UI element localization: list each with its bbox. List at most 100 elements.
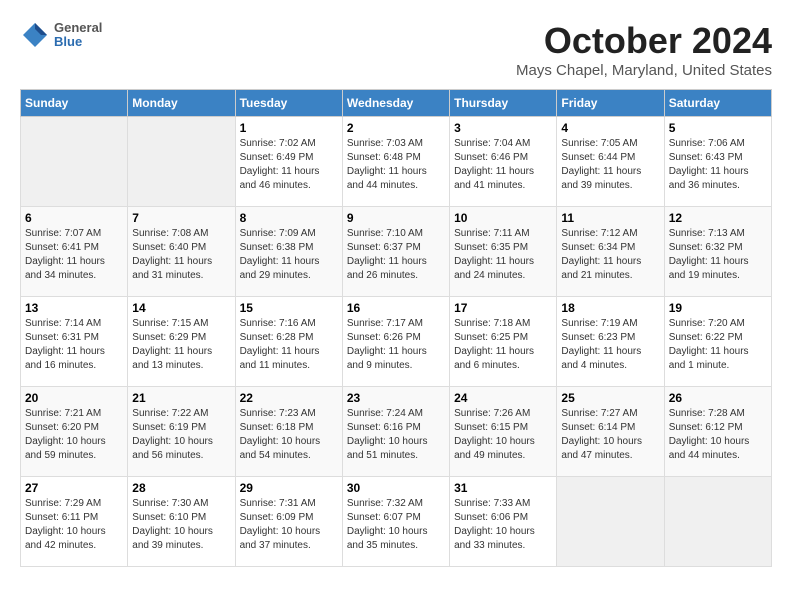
- day-detail: Sunrise: 7:13 AM Sunset: 6:32 PM Dayligh…: [669, 227, 767, 283]
- day-number: 10: [454, 211, 552, 225]
- day-number: 13: [25, 301, 123, 315]
- day-detail: Sunrise: 7:30 AM Sunset: 6:10 PM Dayligh…: [132, 497, 230, 553]
- day-number: 20: [25, 391, 123, 405]
- calendar-cell: 17 Sunrise: 7:18 AM Sunset: 6:25 PM Dayli…: [450, 297, 557, 387]
- calendar-cell: 18 Sunrise: 7:19 AM Sunset: 6:23 PM Dayli…: [557, 297, 664, 387]
- day-detail: Sunrise: 7:20 AM Sunset: 6:22 PM Dayligh…: [669, 317, 767, 373]
- calendar-week-5: 27 Sunrise: 7:29 AM Sunset: 6:11 PM Dayli…: [21, 477, 772, 567]
- day-number: 3: [454, 121, 552, 135]
- day-detail: Sunrise: 7:18 AM Sunset: 6:25 PM Dayligh…: [454, 317, 552, 373]
- day-detail: Sunrise: 7:27 AM Sunset: 6:14 PM Dayligh…: [561, 407, 659, 463]
- calendar-cell: 30 Sunrise: 7:32 AM Sunset: 6:07 PM Dayli…: [342, 477, 449, 567]
- day-detail: Sunrise: 7:21 AM Sunset: 6:20 PM Dayligh…: [25, 407, 123, 463]
- logo-icon: [20, 20, 50, 50]
- calendar-cell: 8 Sunrise: 7:09 AM Sunset: 6:38 PM Daylig…: [235, 207, 342, 297]
- day-detail: Sunrise: 7:33 AM Sunset: 6:06 PM Dayligh…: [454, 497, 552, 553]
- day-detail: Sunrise: 7:22 AM Sunset: 6:19 PM Dayligh…: [132, 407, 230, 463]
- day-detail: Sunrise: 7:32 AM Sunset: 6:07 PM Dayligh…: [347, 497, 445, 553]
- calendar-week-2: 6Sunrise: 7:07 AM Sunset: 6:41 PM Daylig…: [21, 207, 772, 297]
- day-detail: Sunrise: 7:24 AM Sunset: 6:16 PM Dayligh…: [347, 407, 445, 463]
- location: Mays Chapel, Maryland, United States: [516, 62, 772, 79]
- calendar-table: Sunday Monday Tuesday Wednesday Thursday…: [20, 89, 772, 567]
- day-number: 14: [132, 301, 230, 315]
- calendar-cell: 6Sunrise: 7:07 AM Sunset: 6:41 PM Daylig…: [21, 207, 128, 297]
- day-detail: Sunrise: 7:02 AM Sunset: 6:49 PM Dayligh…: [240, 137, 338, 193]
- day-number: 6: [25, 211, 123, 225]
- weekday-row: Sunday Monday Tuesday Wednesday Thursday…: [21, 90, 772, 117]
- day-number: 16: [347, 301, 445, 315]
- calendar-cell: 13 Sunrise: 7:14 AM Sunset: 6:31 PM Dayli…: [21, 297, 128, 387]
- day-number: 24: [454, 391, 552, 405]
- day-detail: Sunrise: 7:31 AM Sunset: 6:09 PM Dayligh…: [240, 497, 338, 553]
- calendar-cell: 31Sunrise: 7:33 AM Sunset: 6:06 PM Dayli…: [450, 477, 557, 567]
- calendar-cell: 10 Sunrise: 7:11 AM Sunset: 6:35 PM Dayli…: [450, 207, 557, 297]
- day-detail: Sunrise: 7:11 AM Sunset: 6:35 PM Dayligh…: [454, 227, 552, 283]
- logo-general: General: [54, 21, 102, 35]
- day-number: 12: [669, 211, 767, 225]
- day-number: 17: [454, 301, 552, 315]
- day-number: 28: [132, 481, 230, 495]
- month-title: October 2024: [516, 20, 772, 62]
- day-detail: Sunrise: 7:26 AM Sunset: 6:15 PM Dayligh…: [454, 407, 552, 463]
- calendar-cell: 25 Sunrise: 7:27 AM Sunset: 6:14 PM Dayli…: [557, 387, 664, 477]
- calendar-cell: 11Sunrise: 7:12 AM Sunset: 6:34 PM Dayli…: [557, 207, 664, 297]
- calendar-cell: [21, 117, 128, 207]
- day-detail: Sunrise: 7:08 AM Sunset: 6:40 PM Dayligh…: [132, 227, 230, 283]
- calendar-cell: 24 Sunrise: 7:26 AM Sunset: 6:15 PM Dayli…: [450, 387, 557, 477]
- day-detail: Sunrise: 7:14 AM Sunset: 6:31 PM Dayligh…: [25, 317, 123, 373]
- day-number: 11: [561, 211, 659, 225]
- calendar-body: 1 Sunrise: 7:02 AM Sunset: 6:49 PM Daylig…: [21, 117, 772, 567]
- calendar-cell: 4Sunrise: 7:05 AM Sunset: 6:44 PM Daylig…: [557, 117, 664, 207]
- day-number: 1: [240, 121, 338, 135]
- day-number: 25: [561, 391, 659, 405]
- day-detail: Sunrise: 7:29 AM Sunset: 6:11 PM Dayligh…: [25, 497, 123, 553]
- day-number: 23: [347, 391, 445, 405]
- calendar-cell: [557, 477, 664, 567]
- calendar-cell: 1 Sunrise: 7:02 AM Sunset: 6:49 PM Daylig…: [235, 117, 342, 207]
- day-number: 4: [561, 121, 659, 135]
- calendar-week-3: 13 Sunrise: 7:14 AM Sunset: 6:31 PM Dayli…: [21, 297, 772, 387]
- day-number: 27: [25, 481, 123, 495]
- calendar-cell: 28 Sunrise: 7:30 AM Sunset: 6:10 PM Dayli…: [128, 477, 235, 567]
- day-number: 19: [669, 301, 767, 315]
- day-number: 5: [669, 121, 767, 135]
- calendar-cell: 5 Sunrise: 7:06 AM Sunset: 6:43 PM Daylig…: [664, 117, 771, 207]
- calendar-cell: 9 Sunrise: 7:10 AM Sunset: 6:37 PM Daylig…: [342, 207, 449, 297]
- day-number: 30: [347, 481, 445, 495]
- day-number: 26: [669, 391, 767, 405]
- calendar-week-1: 1 Sunrise: 7:02 AM Sunset: 6:49 PM Daylig…: [21, 117, 772, 207]
- logo-blue: Blue: [54, 35, 102, 49]
- day-detail: Sunrise: 7:17 AM Sunset: 6:26 PM Dayligh…: [347, 317, 445, 373]
- logo: General Blue: [20, 20, 102, 50]
- col-thursday: Thursday: [450, 90, 557, 117]
- calendar-cell: 7Sunrise: 7:08 AM Sunset: 6:40 PM Daylig…: [128, 207, 235, 297]
- day-detail: Sunrise: 7:04 AM Sunset: 6:46 PM Dayligh…: [454, 137, 552, 193]
- calendar-cell: [128, 117, 235, 207]
- calendar-cell: 26 Sunrise: 7:28 AM Sunset: 6:12 PM Dayli…: [664, 387, 771, 477]
- day-number: 21: [132, 391, 230, 405]
- calendar-cell: 29Sunrise: 7:31 AM Sunset: 6:09 PM Dayli…: [235, 477, 342, 567]
- calendar-cell: 21 Sunrise: 7:22 AM Sunset: 6:19 PM Dayli…: [128, 387, 235, 477]
- col-monday: Monday: [128, 90, 235, 117]
- calendar-cell: 16 Sunrise: 7:17 AM Sunset: 6:26 PM Dayli…: [342, 297, 449, 387]
- day-detail: Sunrise: 7:15 AM Sunset: 6:29 PM Dayligh…: [132, 317, 230, 373]
- calendar-cell: 20 Sunrise: 7:21 AM Sunset: 6:20 PM Dayli…: [21, 387, 128, 477]
- day-detail: Sunrise: 7:19 AM Sunset: 6:23 PM Dayligh…: [561, 317, 659, 373]
- day-number: 18: [561, 301, 659, 315]
- col-sunday: Sunday: [21, 90, 128, 117]
- day-detail: Sunrise: 7:03 AM Sunset: 6:48 PM Dayligh…: [347, 137, 445, 193]
- day-number: 9: [347, 211, 445, 225]
- day-detail: Sunrise: 7:09 AM Sunset: 6:38 PM Dayligh…: [240, 227, 338, 283]
- calendar-week-4: 20 Sunrise: 7:21 AM Sunset: 6:20 PM Dayli…: [21, 387, 772, 477]
- day-detail: Sunrise: 7:06 AM Sunset: 6:43 PM Dayligh…: [669, 137, 767, 193]
- day-detail: Sunrise: 7:10 AM Sunset: 6:37 PM Dayligh…: [347, 227, 445, 283]
- calendar-cell: 19 Sunrise: 7:20 AM Sunset: 6:22 PM Dayli…: [664, 297, 771, 387]
- col-wednesday: Wednesday: [342, 90, 449, 117]
- day-detail: Sunrise: 7:16 AM Sunset: 6:28 PM Dayligh…: [240, 317, 338, 373]
- day-number: 8: [240, 211, 338, 225]
- col-tuesday: Tuesday: [235, 90, 342, 117]
- day-number: 15: [240, 301, 338, 315]
- calendar-cell: [664, 477, 771, 567]
- calendar-cell: 3 Sunrise: 7:04 AM Sunset: 6:46 PM Daylig…: [450, 117, 557, 207]
- day-detail: Sunrise: 7:28 AM Sunset: 6:12 PM Dayligh…: [669, 407, 767, 463]
